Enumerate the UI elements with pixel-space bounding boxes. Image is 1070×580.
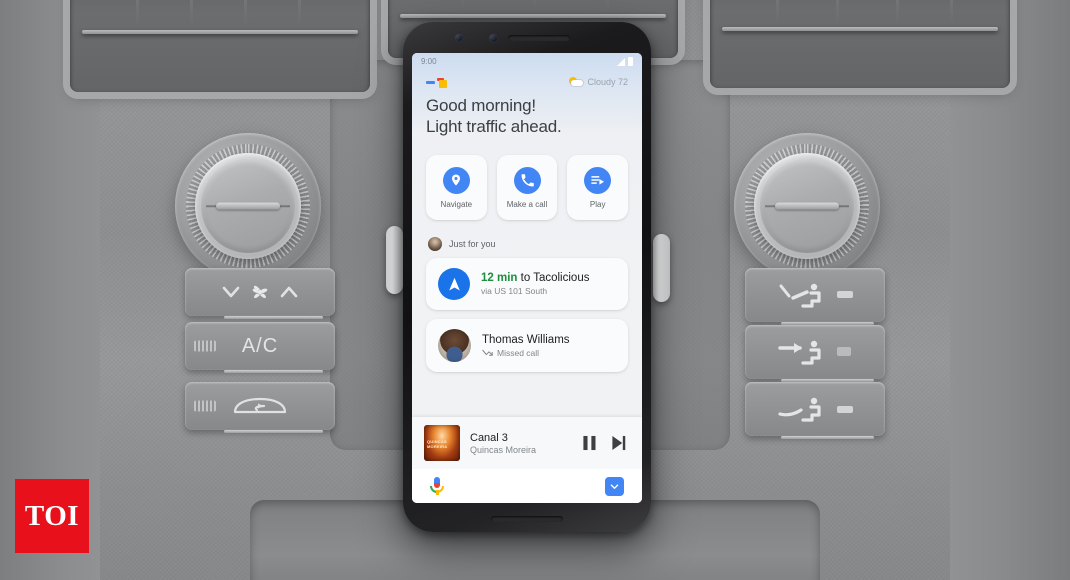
weather-text: Cloudy 72 (587, 76, 628, 87)
airflow-lower-button[interactable] (745, 382, 885, 439)
greeting-line-2: Light traffic ahead. (426, 117, 562, 137)
navigation-card-title: 12 min to Tacolicious (481, 272, 589, 284)
toi-watermark: TOI (15, 479, 89, 553)
front-camera-icon (455, 34, 463, 42)
player-controls (582, 435, 630, 451)
climate-knob-left[interactable] (175, 133, 321, 279)
just-for-you-label: Just for you (449, 239, 496, 250)
phone-mount-gripper-left (386, 226, 403, 294)
make-a-call-action-button[interactable]: Make a call (496, 155, 558, 221)
navigation-arrow-icon (438, 268, 470, 301)
suggestion-list: 12 min to Tacolicious via US 101 South T… (412, 251, 642, 373)
signal-icon (617, 57, 625, 66)
phone-mount-gripper-right (653, 234, 670, 302)
play-action-label: Play (589, 199, 606, 209)
contact-card-status: Missed call (482, 348, 570, 358)
track-artist: Quincas Moreira (470, 444, 537, 455)
track-info: Canal 3 Quincas Moreira (470, 432, 536, 455)
weather-indicator: Cloudy 72 (569, 77, 628, 87)
fan-speed-icons (222, 285, 298, 299)
contact-name: Thomas Williams (482, 333, 570, 346)
fan-speed-button[interactable] (185, 268, 335, 319)
phone-screen: 9:00 Cloudy 72 Good morning! Light traff… (412, 53, 642, 503)
album-artwork: QUINCAS MOREIRA (424, 425, 460, 461)
button-indicator-led (194, 340, 216, 352)
smartphone: 9:00 Cloudy 72 Good morning! Light traff… (403, 22, 651, 532)
knob-face (201, 159, 295, 253)
google-assistant-mic-icon[interactable] (430, 477, 444, 495)
make-a-call-action-label: Make a call (506, 199, 548, 209)
app-bottom-bar (412, 469, 642, 503)
partly-cloudy-icon (569, 77, 584, 86)
earpiece-speaker (508, 35, 570, 41)
knob-indicator (216, 202, 280, 210)
recirculation-button[interactable] (185, 382, 335, 433)
climate-knob-right[interactable] (734, 133, 880, 279)
recirculation-icon (233, 397, 287, 414)
navigation-card-subtitle: via US 101 South (481, 286, 548, 297)
location-pin-icon (442, 166, 470, 194)
contact-suggestion-card[interactable]: Thomas Williams Missed call (426, 319, 628, 373)
airflow-lower-icon (778, 397, 853, 422)
assistant-driving-mode-app: 9:00 Cloudy 72 Good morning! Light traff… (412, 53, 642, 503)
status-bar-time: 9:00 (421, 57, 437, 66)
destination-text: to Tacolicious (517, 272, 590, 285)
contact-photo (438, 329, 471, 363)
app-header-row: Cloudy 72 (412, 70, 642, 90)
avatar (428, 237, 442, 252)
greeting-headline: Good morning! Light traffic ahead. (412, 90, 642, 137)
track-title: Canal 3 (470, 431, 508, 444)
next-track-button[interactable] (611, 435, 626, 451)
phone-icon (513, 166, 541, 194)
google-logo (426, 75, 447, 88)
status-bar: 9:00 (412, 53, 642, 70)
bottom-speaker (491, 516, 563, 522)
collapse-button[interactable] (605, 476, 624, 496)
play-action-button[interactable]: Play (567, 155, 629, 221)
toi-watermark-text: TOI (24, 499, 80, 532)
ac-button-label: A/C (241, 334, 279, 357)
missed-call-icon (482, 349, 493, 356)
next-track-icon (612, 435, 626, 451)
status-bar-indicators (617, 57, 633, 66)
media-player-bar: QUINCAS MOREIRA Canal 3 Quincas Moreira (412, 417, 642, 469)
pause-icon (583, 435, 596, 451)
airflow-upper-button[interactable] (745, 268, 885, 325)
air-vent-left (70, 0, 370, 92)
eta-value: 12 min (481, 272, 518, 285)
knob-indicator (775, 202, 839, 210)
album-artwork-text: QUINCAS MOREIRA (427, 439, 448, 449)
greeting-line-1: Good morning! (426, 96, 536, 115)
airflow-upper-icon (779, 283, 853, 308)
air-vent-right (710, 0, 1010, 88)
pause-button[interactable] (582, 435, 597, 451)
airflow-middle-button[interactable] (745, 325, 885, 382)
play-media-icon (584, 166, 612, 194)
ac-button[interactable]: A/C (185, 322, 335, 373)
navigate-action-button[interactable]: Navigate (426, 155, 487, 221)
navigation-suggestion-card[interactable]: 12 min to Tacolicious via US 101 South (426, 258, 628, 311)
just-for-you-header: Just for you (412, 220, 642, 252)
button-indicator-led (194, 400, 216, 412)
chevron-down-icon (610, 483, 619, 489)
battery-icon (628, 57, 633, 66)
knob-face (760, 159, 854, 253)
navigate-action-label: Navigate (440, 199, 473, 209)
front-sensor-icon (489, 34, 498, 43)
contact-status-label: Missed call (497, 347, 540, 358)
contact-card-text: Thomas Williams Missed call (482, 334, 570, 358)
quick-actions-row: Navigate Make a call Play (412, 137, 642, 221)
airflow-middle-icon (778, 340, 851, 365)
navigation-card-text: 12 min to Tacolicious via US 101 South (481, 272, 589, 296)
car-dashboard-scene: A/C 9:00 Cloudy 72 Good morning! Light t… (0, 0, 1070, 580)
